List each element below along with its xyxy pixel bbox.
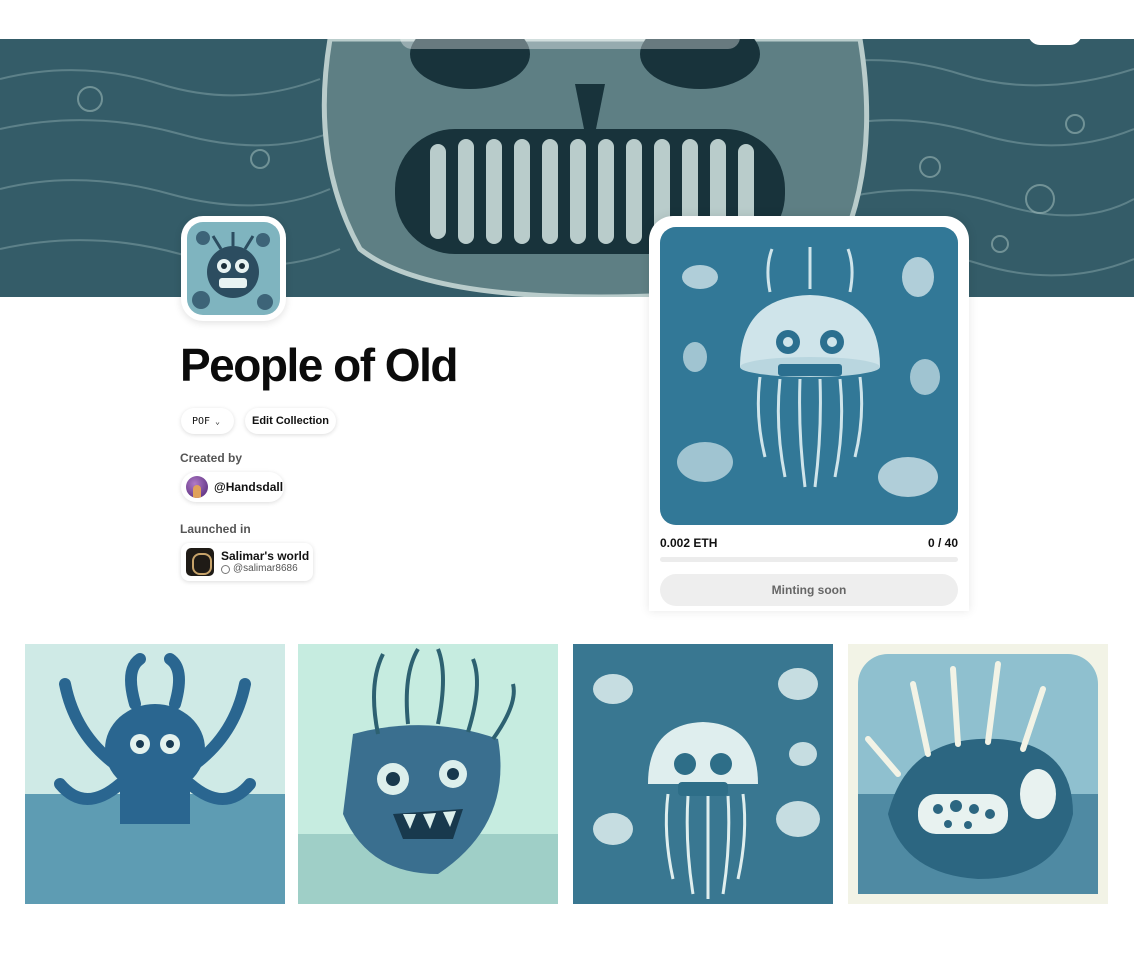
- search-bar[interactable]: [400, 35, 740, 49]
- edit-collection-button[interactable]: Edit Collection: [245, 408, 336, 434]
- gallery-item-jellyfish[interactable]: [573, 644, 833, 904]
- user-icon: [221, 564, 230, 574]
- gallery-item-shell-creature[interactable]: [848, 644, 1108, 904]
- chevron-down-icon: ⌄: [215, 416, 220, 426]
- symbol-dropdown[interactable]: POF ⌄: [181, 408, 234, 434]
- mint-card: 0.002 ETH 0 / 40 Minting soon: [649, 216, 969, 611]
- created-by-label: Created by: [180, 451, 243, 465]
- mint-price: 0.002 ETH: [660, 536, 718, 550]
- symbol-label: POF: [192, 415, 211, 427]
- featured-artwork: [660, 227, 958, 525]
- launched-in-label: Launched in: [180, 522, 251, 536]
- world-avatar: [186, 548, 214, 576]
- account-button[interactable]: [1028, 33, 1082, 45]
- creator-profile-link[interactable]: @Handsdall: [181, 472, 284, 502]
- gallery-item-pot-creature[interactable]: [298, 644, 558, 904]
- creator-handle: @Handsdall: [214, 480, 284, 494]
- world-handle: @salimar8686: [233, 563, 298, 574]
- mint-button[interactable]: Minting soon: [660, 574, 958, 606]
- creator-avatar: [186, 476, 208, 498]
- world-link[interactable]: Salimar's world @salimar8686: [181, 543, 313, 581]
- top-navigation-bar: [0, 0, 1134, 39]
- collection-avatar: [181, 216, 286, 321]
- collection-title: People of Old: [180, 339, 458, 391]
- mint-progress-bar: [660, 557, 958, 562]
- world-handle-row: @salimar8686: [221, 563, 309, 575]
- mint-supply: 0 / 40: [927, 536, 958, 550]
- world-name: Salimar's world: [221, 549, 310, 563]
- gallery-item-octopus[interactable]: [25, 644, 285, 904]
